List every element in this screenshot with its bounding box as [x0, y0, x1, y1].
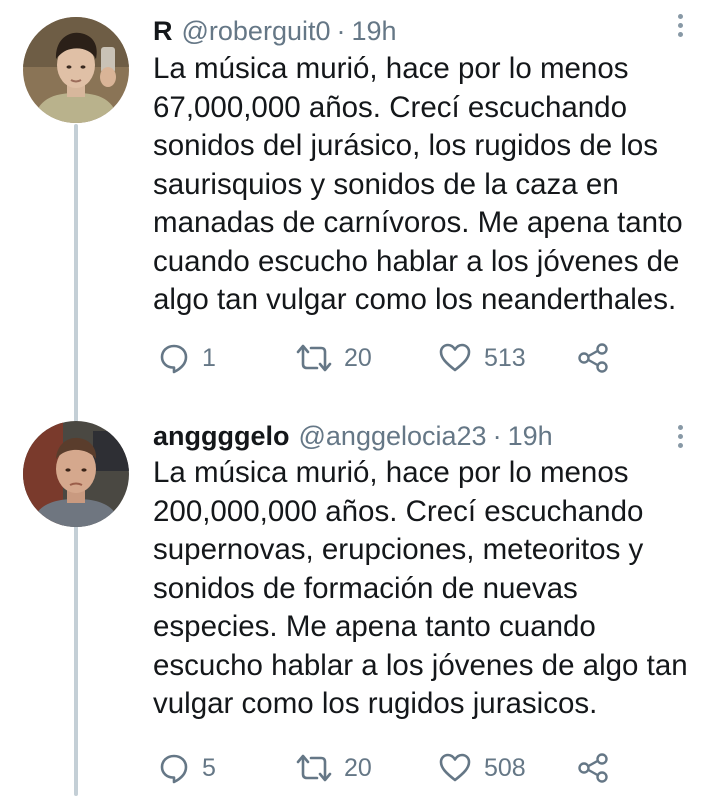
like-icon: [439, 753, 471, 782]
user-handle[interactable]: @anggelocia23: [299, 421, 487, 452]
avatar[interactable]: [23, 17, 129, 123]
like-icon: [439, 343, 471, 372]
tweet-text: La música murió, hace por lo menos 67,00…: [153, 52, 683, 316]
share-icon: [578, 753, 608, 783]
retweet-count: 20: [344, 343, 372, 372]
retweet-count: 20: [344, 753, 372, 782]
separator: ·: [336, 15, 346, 46]
like-count: 513: [484, 343, 526, 372]
like-count: 508: [484, 753, 526, 782]
tweet-actions: 1 20 513: [158, 338, 678, 378]
reply-button[interactable]: 1: [158, 338, 216, 378]
timestamp[interactable]: 19h: [352, 16, 397, 47]
share-button[interactable]: [576, 338, 610, 378]
reply-icon: [160, 344, 188, 374]
retweet-icon: [296, 754, 332, 782]
tweet[interactable]: anggggelo @anggelocia23 · 19h La música …: [0, 405, 720, 796]
tweet-header: anggggelo @anggelocia23 · 19h: [153, 419, 553, 453]
like-button[interactable]: 513: [438, 338, 526, 378]
like-button[interactable]: 508: [438, 748, 526, 788]
tweet-text: La música murió, hace por lo menos 200,0…: [153, 456, 688, 720]
user-handle[interactable]: @roberguit0: [182, 16, 331, 47]
display-name[interactable]: R: [153, 16, 173, 47]
avatar[interactable]: [23, 421, 129, 527]
separator: ·: [492, 420, 502, 451]
tweet-header: R @roberguit0 · 19h: [153, 14, 397, 48]
tweet-actions: 5 20 508: [158, 748, 678, 788]
reply-count: 1: [202, 343, 216, 372]
more-icon[interactable]: [670, 419, 690, 453]
share-button[interactable]: [576, 748, 610, 788]
reply-count: 5: [202, 753, 216, 782]
timestamp[interactable]: 19h: [508, 421, 553, 452]
share-icon: [578, 343, 608, 373]
tweet[interactable]: R @roberguit0 · 19h La música murió, hac…: [0, 0, 720, 400]
retweet-icon: [296, 344, 332, 372]
retweet-button[interactable]: 20: [296, 748, 372, 788]
retweet-button[interactable]: 20: [296, 338, 372, 378]
reply-button[interactable]: 5: [158, 748, 216, 788]
display-name[interactable]: anggggelo: [153, 421, 290, 452]
more-icon[interactable]: [670, 8, 690, 42]
reply-icon: [160, 754, 188, 784]
